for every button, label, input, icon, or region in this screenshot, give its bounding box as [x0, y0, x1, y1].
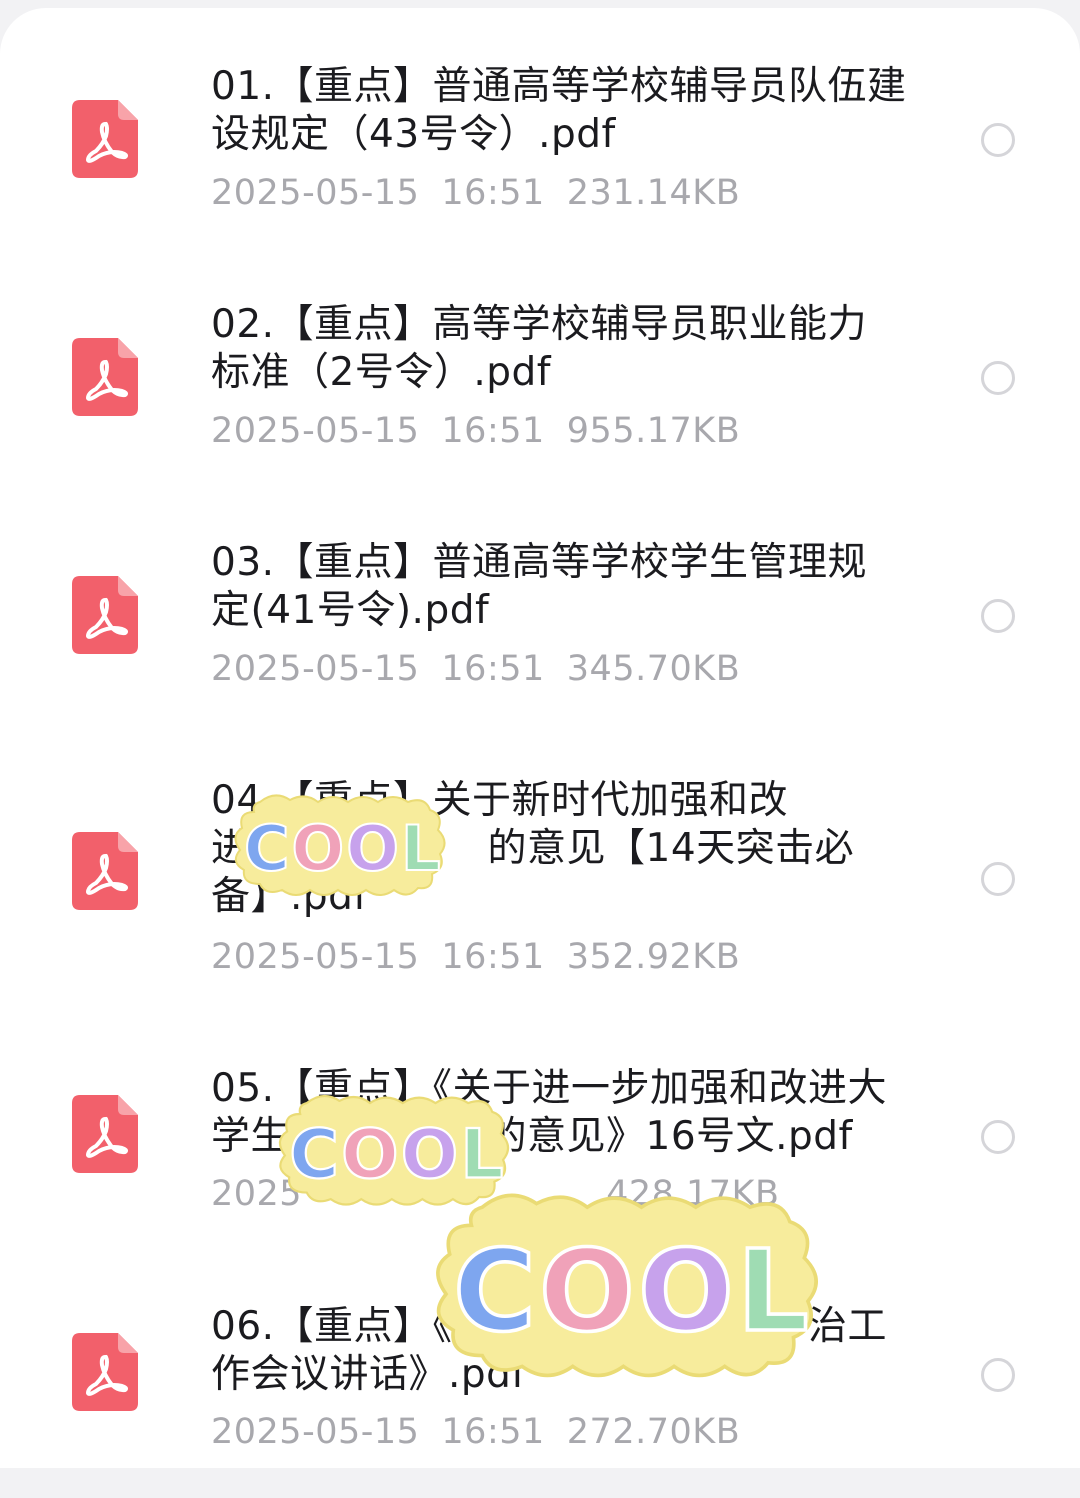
file-size: 345.70KB [566, 649, 741, 689]
select-radio[interactable] [981, 1358, 1015, 1392]
svg-text:COOL: COOL [244, 812, 442, 885]
cool-sticker: COOL [228, 790, 452, 900]
file-date: 2025-05-15 [211, 937, 420, 977]
file-date: 2025-05-15 [211, 1412, 420, 1452]
file-name: 01.【重点】普通高等学校辅导员队伍建 设规定（43号令）.pdf [211, 64, 907, 157]
svg-text:COOL: COOL [453, 1227, 812, 1357]
file-meta: 2025-05-15 16:51 231.14KB [211, 173, 762, 213]
select-radio[interactable] [981, 1120, 1015, 1154]
file-time: 16:51 [441, 937, 545, 977]
file-size: 955.17KB [566, 411, 741, 451]
file-time: 16:51 [441, 1412, 545, 1452]
file-meta: 2025-05-15 16:51 352.92KB [211, 937, 762, 977]
sticker-letter-c: C [244, 812, 292, 885]
file-date: 2025-05-15 [211, 649, 420, 689]
cool-sticker: COOL [428, 1182, 826, 1388]
file-size: 231.14KB [566, 173, 741, 213]
file-date: 2025-05-15 [211, 173, 420, 213]
pdf-file-icon [72, 832, 138, 910]
file-size: 272.70KB [566, 1412, 741, 1452]
select-radio[interactable] [981, 123, 1015, 157]
pdf-file-icon [72, 100, 138, 178]
select-radio[interactable] [981, 599, 1015, 633]
pdf-file-icon [72, 338, 138, 416]
pdf-file-icon [72, 1095, 138, 1173]
file-row[interactable]: 03.【重点】普通高等学校学生管理规 定(41号令).pdf 2025-05-1… [0, 534, 1080, 734]
pdf-file-icon [72, 1333, 138, 1411]
file-size: 352.92KB [566, 937, 741, 977]
file-name: 02.【重点】高等学校辅导员职业能力 标准（2号令）.pdf [211, 302, 868, 395]
file-time: 16:51 [441, 411, 545, 451]
file-meta: 2025-05-15 16:51 955.17KB [211, 411, 762, 451]
file-time: 16:51 [441, 173, 545, 213]
file-row[interactable]: 01.【重点】普通高等学校辅导员队伍建 设规定（43号令）.pdf 2025-0… [0, 58, 1080, 258]
select-radio[interactable] [981, 862, 1015, 896]
file-date: 2025-05-15 [211, 411, 420, 451]
file-time: 16:51 [441, 649, 545, 689]
file-name: 03.【重点】普通高等学校学生管理规 定(41号令).pdf [211, 540, 868, 633]
pdf-file-icon [72, 576, 138, 654]
select-radio[interactable] [981, 361, 1015, 395]
file-row[interactable]: 04.【重点】关于新时代加强和改 进 的意见【14天突击必 备】.pdf 202… [0, 772, 1080, 1022]
file-row[interactable]: 02.【重点】高等学校辅导员职业能力 标准（2号令）.pdf 2025-05-1… [0, 296, 1080, 496]
file-meta: 2025-05-15 16:51 345.70KB [211, 649, 762, 689]
file-meta: 2025-05-15 16:51 272.70KB [211, 1412, 762, 1452]
